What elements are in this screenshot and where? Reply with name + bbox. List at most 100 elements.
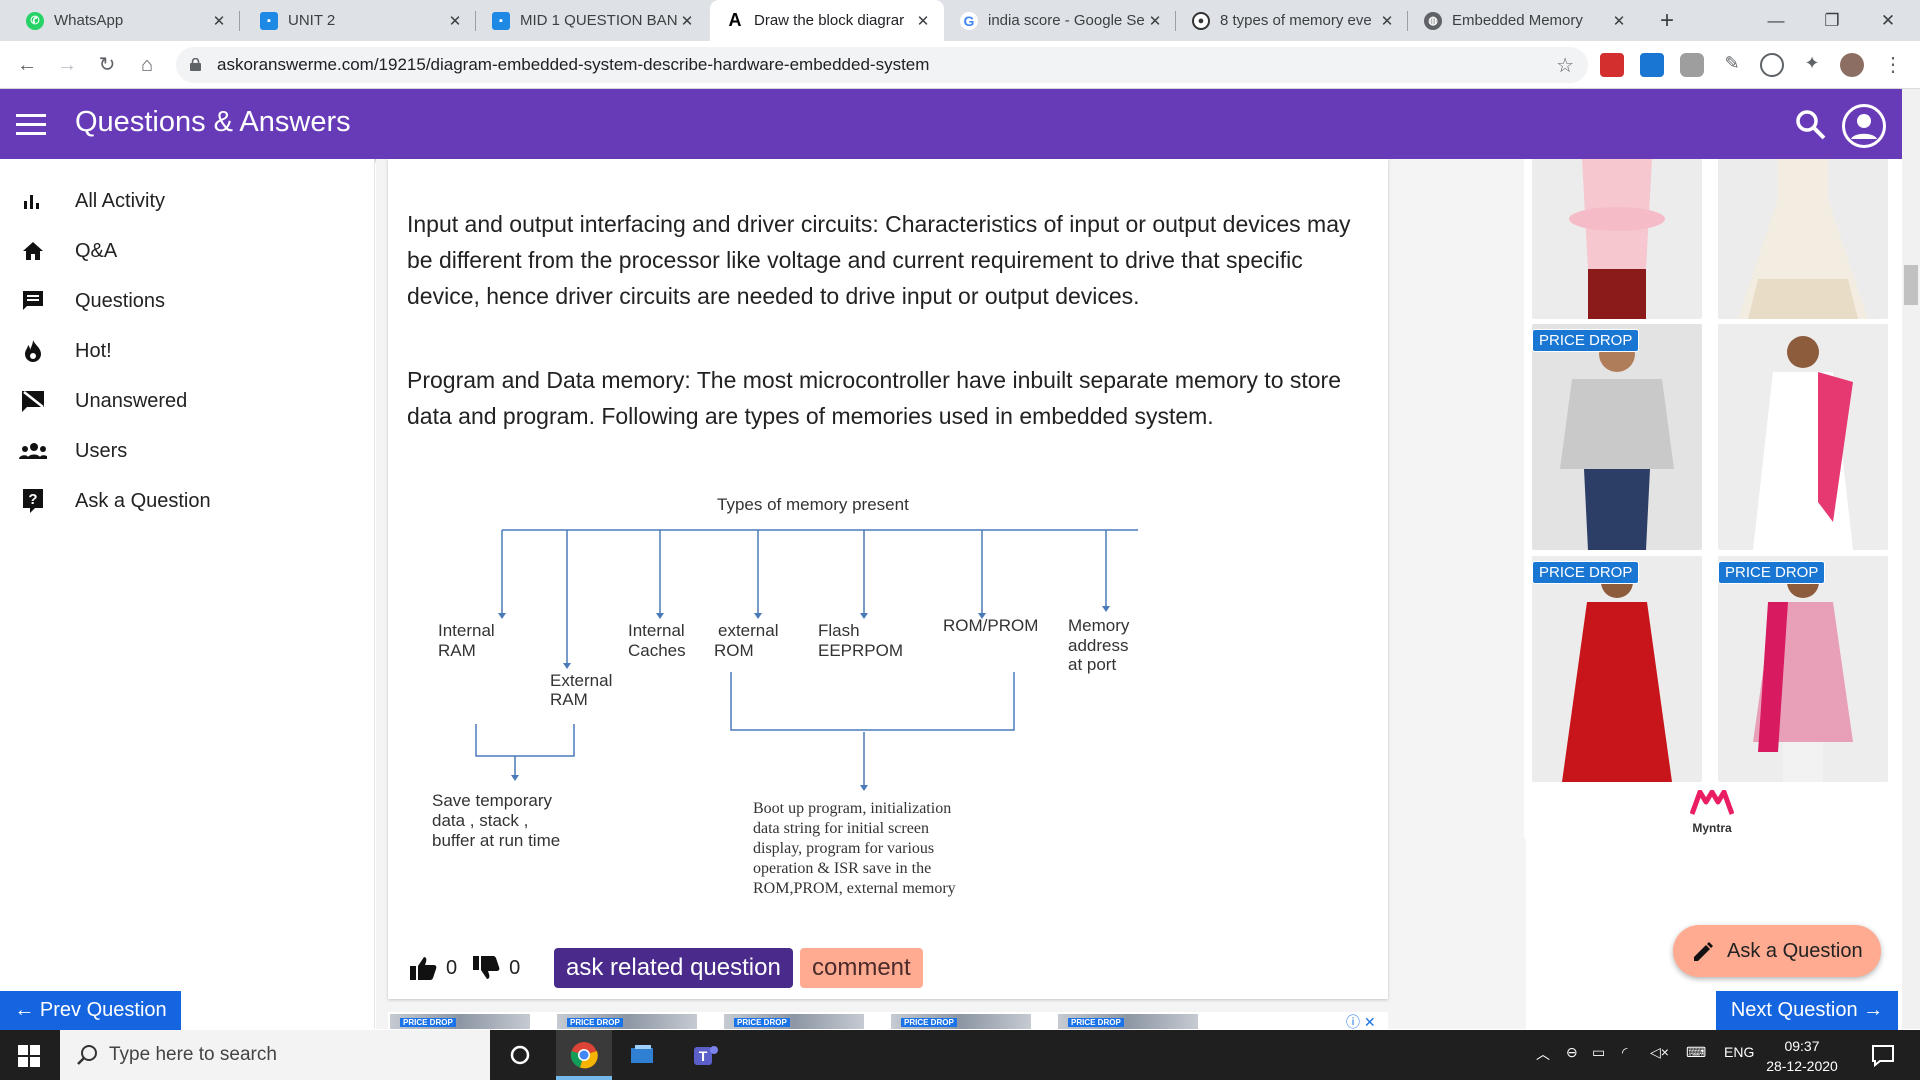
globe-icon: ◍ xyxy=(1424,11,1442,30)
sidebar-item-all-activity[interactable]: All Activity xyxy=(0,176,375,226)
minimize-button[interactable]: — xyxy=(1748,0,1804,41)
battery-icon[interactable]: ▭ xyxy=(1592,1044,1605,1061)
ask-question-fab[interactable]: Ask a Question xyxy=(1673,925,1881,977)
sidebar-item-users[interactable]: Users xyxy=(0,426,375,476)
home-icon[interactable]: ⌂ xyxy=(132,50,162,80)
account-icon[interactable] xyxy=(1842,104,1886,148)
tab-title: india score - Google Se xyxy=(988,12,1145,29)
close-window-button[interactable]: ✕ xyxy=(1860,0,1916,41)
tab-google-search[interactable]: G india score - Google Se ✕ xyxy=(944,0,1176,41)
taskbar-chrome-app[interactable] xyxy=(556,1030,612,1080)
tab-unit2[interactable]: ▪ UNIT 2 ✕ xyxy=(240,0,476,41)
notifications-icon[interactable] xyxy=(1868,1040,1898,1070)
ad-thumbnail[interactable]: PRICE DROP xyxy=(891,1014,1031,1029)
price-drop-badge: PRICE DROP xyxy=(901,1018,957,1027)
menu-kebab-icon[interactable]: ⋮ xyxy=(1878,50,1908,80)
close-tab-icon[interactable]: ✕ xyxy=(1610,12,1628,30)
address-bar[interactable]: askoranswerme.com/19215/diagram-embedded… xyxy=(176,47,1588,83)
scrollbar-thumb[interactable] xyxy=(1904,265,1918,305)
ad-product-image[interactable] xyxy=(1532,324,1702,550)
ad-thumbnail[interactable]: PRICE DROP xyxy=(1058,1014,1198,1029)
taskbar-search-box[interactable]: Type here to search xyxy=(60,1030,490,1080)
site-title[interactable]: Questions & Answers xyxy=(75,106,351,139)
camera-extension-icon[interactable] xyxy=(1680,53,1704,77)
tray-chevron-icon[interactable]: ︿ xyxy=(1536,1044,1550,1064)
boot-note-line-5: ROM,PROM, external memory xyxy=(753,880,956,897)
language-indicator[interactable]: ENG xyxy=(1724,1044,1754,1060)
thumbs-up-icon[interactable] xyxy=(408,954,438,982)
ad-product-image[interactable] xyxy=(1718,324,1888,550)
downvote-count: 0 xyxy=(509,956,521,979)
thumbs-down-icon[interactable] xyxy=(471,954,501,982)
sidebar-item-hot[interactable]: Hot! xyxy=(0,326,375,376)
sidebar-item-label: Unanswered xyxy=(75,389,188,412)
ask-related-question-button[interactable]: ask related question xyxy=(554,948,793,988)
ad-product-image[interactable] xyxy=(1532,159,1702,319)
tab-embedded-memory[interactable]: ◍ Embedded Memory ✕ xyxy=(1408,0,1640,41)
svg-text:?: ? xyxy=(28,491,37,508)
ad-panel: PRICE DROP PRICE DROP PRICE DROP xyxy=(1524,159,1902,839)
close-tab-icon[interactable]: ✕ xyxy=(446,12,464,30)
boot-note-line-1: Boot up program, initialization xyxy=(753,800,951,817)
screen-extension-icon[interactable] xyxy=(1640,53,1664,77)
ad-choices-icon[interactable]: ⓘ ✕ xyxy=(1346,1012,1376,1032)
tab-mid1[interactable]: ▪ MID 1 QUESTION BAN ✕ xyxy=(476,0,708,41)
site-icon: ● xyxy=(1192,11,1210,30)
taskbar-clock[interactable]: 09:37 28-12-2020 xyxy=(1752,1036,1852,1076)
sidebar-item-questions[interactable]: Questions xyxy=(0,276,375,326)
windows-taskbar: Type here to search T ︿ ⊖ ▭ ◜ ◁× ⌨ ENG 0… xyxy=(0,1030,1920,1080)
volume-muted-icon[interactable]: ◁× xyxy=(1650,1044,1669,1061)
reload-icon[interactable]: ↻ xyxy=(92,50,122,80)
teams-icon[interactable]: T xyxy=(690,1040,720,1070)
next-question-button[interactable]: Next Question → xyxy=(1716,991,1898,1030)
keyboard-icon[interactable]: ⌨ xyxy=(1686,1044,1706,1061)
file-manager-icon[interactable] xyxy=(628,1040,658,1070)
page-scrollbar[interactable] xyxy=(1902,89,1920,1029)
sidebar-item-ask-question[interactable]: ? Ask a Question xyxy=(0,476,375,526)
sidebar-item-unanswered[interactable]: Unanswered xyxy=(0,376,375,426)
tab-memory-types[interactable]: ● 8 types of memory eve ✕ xyxy=(1176,0,1408,41)
hamburger-menu-icon[interactable] xyxy=(16,114,46,136)
label-external-rom-1: external xyxy=(718,621,778,640)
close-tab-icon[interactable]: ✕ xyxy=(678,12,696,30)
comment-button[interactable]: comment xyxy=(800,948,923,988)
back-arrow-icon[interactable]: ← xyxy=(12,50,42,80)
active-app-indicator xyxy=(556,1076,612,1080)
close-tab-icon[interactable]: ✕ xyxy=(1378,12,1396,30)
chat-icon xyxy=(19,287,47,315)
ask-question-fab-label: Ask a Question xyxy=(1727,940,1863,962)
sidebar-item-qa[interactable]: Q&A xyxy=(0,226,375,276)
ad-thumbnail[interactable]: PRICE DROP xyxy=(557,1014,697,1029)
save-note-line-3: buffer at run time xyxy=(432,831,560,850)
bookmark-star-icon[interactable]: ☆ xyxy=(1556,53,1574,78)
tab-whatsapp[interactable]: ✆ WhatsApp ✕ xyxy=(0,0,240,41)
tab-draw-block-diagram[interactable]: A Draw the block diagrar ✕ xyxy=(710,0,944,41)
ad-product-image[interactable] xyxy=(1718,159,1888,319)
windows-start-icon[interactable] xyxy=(18,1045,40,1067)
extension-icon[interactable] xyxy=(1760,53,1784,77)
ad-product-image[interactable] xyxy=(1718,556,1888,782)
tray-app-icon[interactable]: ⊖ xyxy=(1566,1044,1578,1061)
eyedropper-extension-icon[interactable]: ✎ xyxy=(1720,53,1744,77)
close-tab-icon[interactable]: ✕ xyxy=(210,12,228,30)
close-tab-icon[interactable]: ✕ xyxy=(914,12,932,30)
ad-product-image[interactable] xyxy=(1532,556,1702,782)
puzzle-extensions-icon[interactable]: ✦ xyxy=(1800,53,1824,77)
browser-tab-strip: ✆ WhatsApp ✕ ▪ UNIT 2 ✕ ▪ MID 1 QUESTION… xyxy=(0,0,1920,41)
whatsapp-icon: ✆ xyxy=(26,11,44,30)
close-tab-icon[interactable]: ✕ xyxy=(1146,12,1164,30)
new-tab-button[interactable]: + xyxy=(1652,6,1682,36)
ad-thumbnail[interactable]: PRICE DROP xyxy=(724,1014,864,1029)
ad-thumbnail[interactable]: PRICE DROP xyxy=(390,1014,530,1029)
pdf-extension-icon[interactable] xyxy=(1600,53,1624,77)
restore-button[interactable]: ❐ xyxy=(1804,0,1860,41)
search-icon[interactable] xyxy=(1794,108,1828,142)
tab-title: Draw the block diagrar xyxy=(754,12,905,29)
myntra-logo[interactable]: Myntra xyxy=(1672,789,1752,835)
cortana-icon[interactable] xyxy=(505,1040,535,1070)
classroom-icon: ▪ xyxy=(260,11,278,30)
prev-question-button[interactable]: ← Prev Question xyxy=(0,991,181,1030)
forward-arrow-icon[interactable]: → xyxy=(52,50,82,80)
wifi-icon[interactable]: ◜ xyxy=(1622,1044,1627,1061)
profile-avatar[interactable] xyxy=(1840,53,1864,77)
